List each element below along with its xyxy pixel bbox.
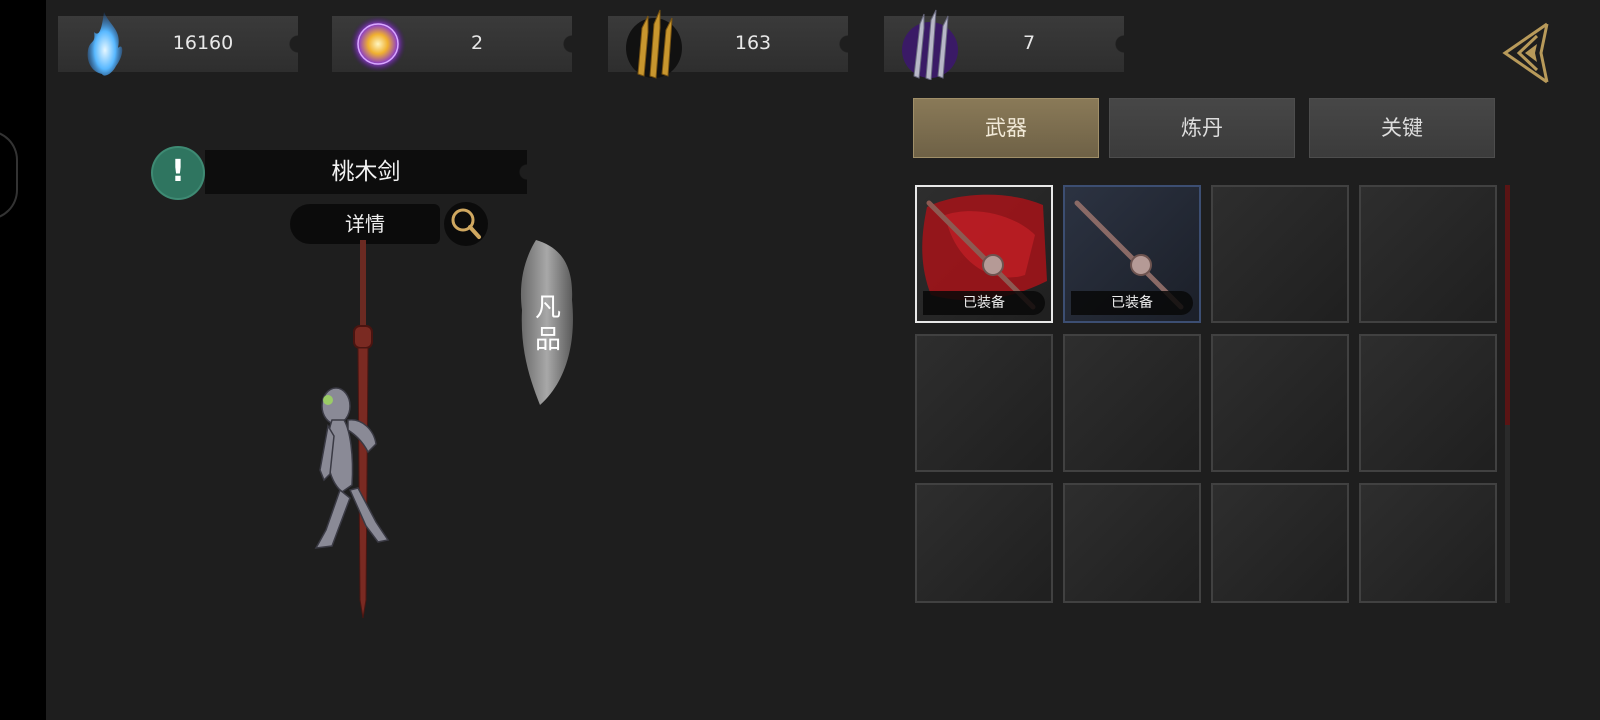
inventory-slot-6[interactable] — [1063, 334, 1201, 472]
resource-value: 2 — [470, 32, 484, 54]
tab-alchemy[interactable]: 炼丹 — [1109, 98, 1295, 158]
inventory-slot-4[interactable] — [1359, 185, 1497, 323]
inventory-slot-5[interactable] — [915, 334, 1053, 472]
resource-orb: 2 — [332, 14, 572, 74]
item-grade: 凡 品 — [528, 292, 568, 356]
inventory-slot-3[interactable] — [1211, 185, 1349, 323]
magnifier-icon[interactable] — [442, 200, 490, 248]
back-button[interactable] — [1495, 20, 1555, 86]
left-edge-strip — [0, 0, 46, 720]
resource-purple-blades: 7 — [884, 9, 1124, 80]
inventory-slot-11[interactable] — [1211, 483, 1349, 603]
purple-orb-icon — [350, 16, 406, 72]
resource-gold-blades: 163 — [608, 9, 848, 79]
blue-flame-icon — [87, 12, 123, 76]
equipped-label: 已装备 — [923, 291, 1045, 315]
equipped-label: 已装备 — [1071, 291, 1193, 315]
inventory-slot-10[interactable] — [1063, 483, 1201, 603]
resource-value: 163 — [734, 32, 772, 54]
inventory-slot-8[interactable] — [1359, 334, 1497, 472]
resource-spirit: 16160 — [58, 12, 298, 76]
tab-weapons[interactable]: 武器 — [913, 98, 1099, 158]
inventory-slot-2[interactable]: 已装备 — [1063, 185, 1201, 323]
grade-char-2: 品 — [534, 325, 561, 355]
grade-char-1: 凡 — [534, 293, 561, 323]
inventory-slot-1[interactable]: 已装备 — [915, 185, 1053, 323]
creature-figure — [314, 387, 390, 549]
purple-blades-icon — [902, 9, 958, 80]
inventory-slot-12[interactable] — [1359, 483, 1497, 603]
inventory-slot-9[interactable] — [915, 483, 1053, 603]
character-model — [314, 240, 390, 619]
info-icon[interactable]: ! — [153, 148, 203, 198]
gold-blades-icon — [626, 9, 682, 79]
resource-value: 16160 — [172, 32, 234, 54]
inventory-slot-7[interactable] — [1211, 334, 1349, 472]
item-name: 桃木剑 — [205, 150, 527, 194]
resource-value: 7 — [1022, 32, 1036, 54]
inventory-scrollbar-thumb[interactable] — [1505, 185, 1510, 425]
tab-key-items[interactable]: 关键 — [1309, 98, 1495, 158]
